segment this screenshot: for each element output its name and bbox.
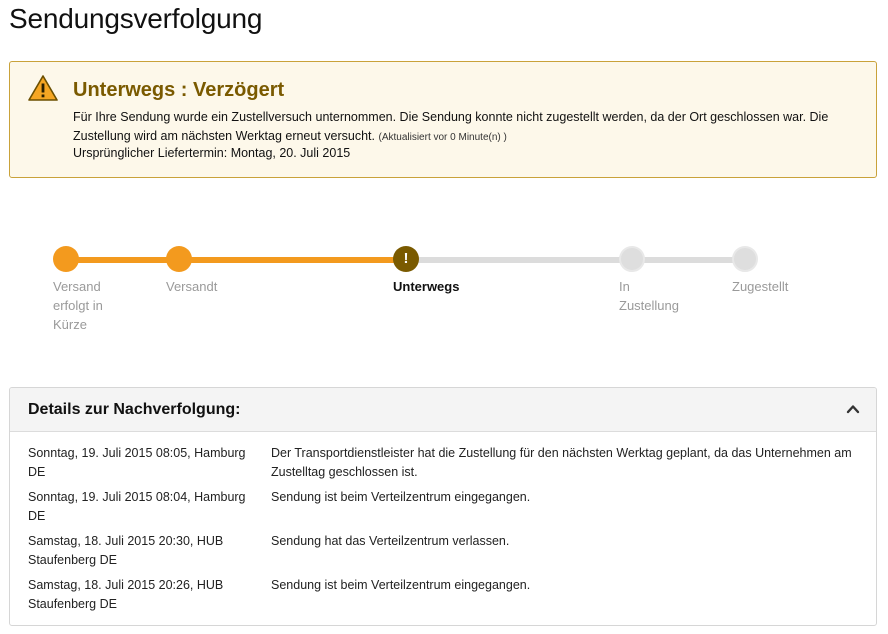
step-dot-zugestellt — [732, 246, 758, 272]
tracking-details-header[interactable]: Details zur Nachverfolgung: — [10, 388, 876, 432]
tracking-event-row: Samstag, 18. Juli 2015 20:26, HUB Staufe… — [28, 576, 868, 620]
event-description: Sendung ist beim Verteilzentrum eingegan… — [271, 490, 531, 504]
event-description: Sendung ist beim Verteilzentrum eingegan… — [271, 578, 531, 592]
event-time-location: Samstag, 18. Juli 2015 20:26, HUB Staufe… — [28, 578, 224, 611]
progress-segment-1 — [66, 257, 179, 263]
alert-message: Für Ihre Sendung wurde ein Zustellversuc… — [73, 108, 873, 147]
step-dot-versandt — [166, 246, 192, 272]
alert-title: Unterwegs : Verzögert — [73, 79, 285, 101]
event-time-location: Sonntag, 19. Juli 2015 08:05, Hamburg DE — [28, 446, 246, 479]
step-label-versandt: Versandt — [166, 279, 218, 294]
event-time-location: Sonntag, 19. Juli 2015 08:04, Hamburg DE — [28, 490, 246, 523]
step-label-zugestellt: Zugestellt — [732, 279, 789, 294]
progress-segment-2 — [179, 257, 406, 263]
event-description: Der Transportdienstleister hat die Zuste… — [271, 446, 852, 479]
tracking-details-title: Details zur Nachverfolgung: — [28, 401, 241, 418]
last-updated: (Aktualisiert vor 0 Minute(n) ) — [378, 132, 507, 143]
tracking-event-row: Sonntag, 19. Juli 2015 08:05, Hamburg DE… — [28, 444, 868, 488]
tracking-events-list: Sonntag, 19. Juli 2015 08:05, Hamburg DE… — [28, 444, 868, 620]
step-dot-in-zustellung — [619, 246, 645, 272]
chevron-up-icon[interactable] — [846, 402, 860, 416]
tracking-details-panel: Details zur Nachverfolgung: Sonntag, 19.… — [9, 387, 877, 626]
step-label-unterwegs: Unterwegs — [393, 279, 460, 294]
event-description: Sendung hat das Verteilzentrum verlassen… — [271, 534, 510, 548]
original-delivery-date: Ursprünglicher Liefertermin: Montag, 20.… — [73, 146, 351, 160]
step-label-versand-erfolgt: Versand erfolgt in Kürze — [53, 279, 103, 332]
progress-segment-4 — [632, 257, 745, 263]
event-time-location: Samstag, 18. Juli 2015 20:30, HUB Staufe… — [28, 534, 224, 567]
step-dot-versand-erfolgt — [53, 246, 79, 272]
step-dot-unterwegs: ! — [393, 246, 419, 272]
warning-icon — [28, 75, 58, 101]
shipment-progress: ! Versand erfolgt in Kürze Versandt Unte… — [0, 230, 888, 360]
step-label-in-zustellung: In Zustellung — [619, 279, 679, 313]
tracking-event-row: Sonntag, 19. Juli 2015 08:04, Hamburg DE… — [28, 488, 868, 532]
progress-segment-3 — [406, 257, 632, 263]
delay-alert: Unterwegs : Verzögert Für Ihre Sendung w… — [9, 61, 877, 178]
tracking-event-row: Samstag, 18. Juli 2015 20:30, HUB Staufe… — [28, 532, 868, 576]
page-title: Sendungsverfolgung — [9, 3, 263, 34]
